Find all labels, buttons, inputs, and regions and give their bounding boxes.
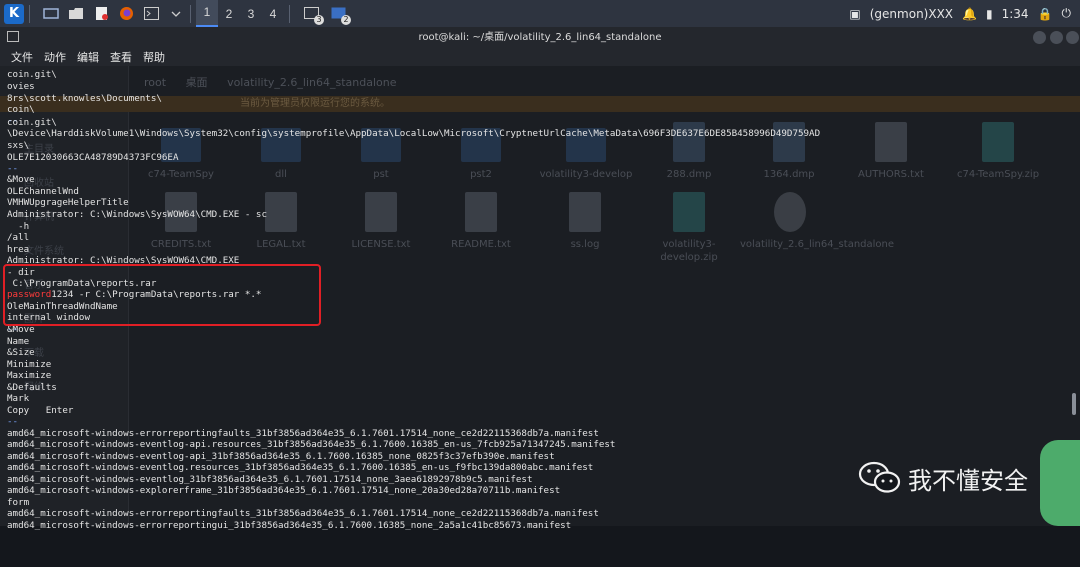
genmon-icon[interactable]: ▣ — [849, 7, 860, 21]
terminal-separator: -- — [7, 163, 19, 174]
terminal-line: Mark — [7, 393, 30, 404]
window-title: root@kali: ~/桌面/volatility_2.6_lin64_sta… — [418, 32, 662, 43]
terminal-line: &Defaults — [7, 382, 57, 393]
document-icon[interactable] — [92, 6, 110, 22]
terminal-line: Copy Enter — [7, 405, 74, 416]
panel-separator — [190, 4, 191, 23]
terminal-line: form — [7, 497, 30, 508]
bell-icon[interactable]: 🔔 — [962, 7, 977, 21]
terminal-line: amd64_microsoft-windows-errorreportingfa… — [7, 508, 599, 519]
terminal-line: coin.git\ — [7, 117, 57, 128]
terminal-title-bar[interactable]: root@kali: ~/桌面/volatility_2.6_lin64_sta… — [0, 27, 1080, 48]
terminal-line: /all — [7, 232, 30, 243]
highlight-box — [3, 264, 321, 326]
terminal-menu-bar: 文件 动作 编辑 查看 帮助 — [0, 48, 1080, 66]
menu-edit[interactable]: 编辑 — [77, 49, 99, 65]
terminal-line: 8rs\scott.knowles\Documents\ — [7, 93, 162, 104]
panel-separator — [289, 4, 290, 23]
genmon-label[interactable]: (genmon)XXX — [870, 7, 953, 21]
desktop-icon[interactable] — [42, 6, 60, 22]
top-panel: K 1 2 3 4 3 2 ▣ (genmon)XXX 🔔 ▮ 1:34 🔒 ⏻ — [0, 0, 1080, 27]
terminal-line: Maximize — [7, 370, 52, 381]
menu-help[interactable]: 帮助 — [143, 49, 165, 65]
terminal-line: &Move — [7, 174, 35, 185]
terminal-line: amd64_microsoft-windows-eventlog-api_31b… — [7, 451, 555, 462]
window-count-badge: 2 — [341, 14, 351, 25]
terminal-separator: -- — [7, 416, 19, 427]
maximize-button[interactable] — [1050, 31, 1063, 44]
terminal-line: OLEChannelWnd — [7, 186, 79, 197]
menu-view[interactable]: 查看 — [110, 49, 132, 65]
terminal-icon[interactable] — [142, 6, 160, 22]
terminal-line: amd64_microsoft-windows-eventlog.resourc… — [7, 462, 594, 473]
panel-tray: ▣ (genmon)XXX 🔔 ▮ 1:34 🔒 ⏻ — [849, 0, 1080, 27]
terminal-line: \Device\HarddiskVolume1\Windows\System32… — [7, 128, 821, 139]
workspace-1[interactable]: 1 — [196, 0, 218, 27]
taskbar-terminal-window-icon[interactable]: 3 — [302, 6, 324, 25]
mascot-image — [1040, 440, 1080, 526]
workspace-4[interactable]: 4 — [262, 7, 284, 21]
firefox-icon[interactable] — [117, 6, 135, 22]
terminal-line: amd64_microsoft-windows-eventlog_31bf385… — [7, 474, 533, 485]
terminal-scrollbar[interactable] — [1072, 393, 1076, 415]
lock-icon[interactable]: 🔒 — [1038, 7, 1053, 21]
minimize-button[interactable] — [1033, 31, 1046, 44]
wechat-icon — [858, 460, 902, 496]
clock[interactable]: 1:34 — [1002, 7, 1029, 21]
terminal-line: VMHWUpgrageHelperTitle — [7, 197, 129, 208]
menu-actions[interactable]: 动作 — [44, 49, 66, 65]
terminal-line: -h — [7, 221, 30, 232]
chevron-down-icon[interactable] — [167, 6, 185, 22]
close-button[interactable] — [1066, 31, 1079, 44]
terminal-line: coin\ — [7, 104, 35, 115]
terminal-line: Administrator: C:\Windows\SysWOW64\CMD.E… — [7, 209, 267, 220]
workspace-2[interactable]: 2 — [218, 7, 240, 21]
workspace-3[interactable]: 3 — [240, 7, 262, 21]
terminal-line: Minimize — [7, 359, 52, 370]
terminal-line: hrea — [7, 244, 30, 255]
terminal-line: Name — [7, 336, 30, 347]
power-icon[interactable]: ⏻ — [1062, 6, 1072, 21]
taskbar-filemanager-window-icon[interactable]: 2 — [329, 6, 351, 25]
window-icon — [7, 31, 19, 42]
terminal-line: amd64_microsoft-windows-explorerframe_31… — [7, 485, 561, 496]
terminal-line: OLE7E12030663CA48789D4373FC96EA — [7, 152, 179, 163]
window-count-badge: 3 — [314, 14, 324, 25]
panel-separator — [29, 4, 30, 23]
terminal-line: sxs\ — [7, 140, 30, 151]
folder-icon[interactable] — [67, 6, 85, 22]
kali-menu-icon[interactable]: K — [4, 3, 24, 24]
watermark-text: 我不懂安全 — [908, 466, 1028, 495]
terminal-line: ovies — [7, 81, 35, 92]
menu-file[interactable]: 文件 — [11, 49, 33, 65]
terminal-line: coin.git\ — [7, 69, 57, 80]
terminal-line: amd64_microsoft-windows-errorreportingfa… — [7, 428, 599, 439]
terminal-line: amd64_microsoft-windows-eventlog-api.res… — [7, 439, 616, 450]
battery-icon[interactable]: ▮ — [986, 7, 993, 21]
terminal-line: &Size — [7, 347, 35, 358]
